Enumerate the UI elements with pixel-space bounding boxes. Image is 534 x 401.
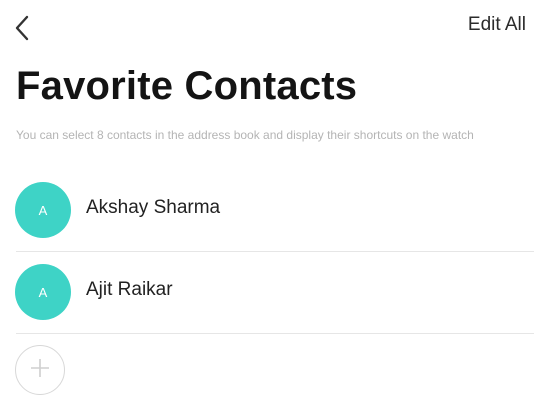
divider	[16, 333, 534, 334]
page-title: Favorite Contacts	[16, 64, 358, 108]
contact-row[interactable]: A Akshay Sharma	[0, 170, 534, 252]
page-description: You can select 8 contacts in the address…	[16, 128, 474, 142]
avatar-initial: A	[38, 202, 48, 218]
plus-icon	[29, 357, 51, 384]
back-button[interactable]	[14, 8, 54, 48]
chevron-left-icon	[14, 15, 30, 41]
add-contact-button[interactable]	[15, 345, 65, 395]
top-bar: Edit All	[0, 0, 534, 56]
edit-all-button[interactable]: Edit All	[468, 14, 526, 36]
contact-row[interactable]: A Ajit Raikar	[0, 252, 534, 334]
contact-name: Akshay Sharma	[86, 197, 221, 218]
contact-list: A Akshay Sharma A Ajit Raikar	[0, 170, 534, 334]
avatar: A	[15, 182, 71, 238]
contact-name: Ajit Raikar	[86, 279, 173, 300]
avatar: A	[15, 264, 71, 320]
avatar-initial: A	[38, 284, 48, 300]
